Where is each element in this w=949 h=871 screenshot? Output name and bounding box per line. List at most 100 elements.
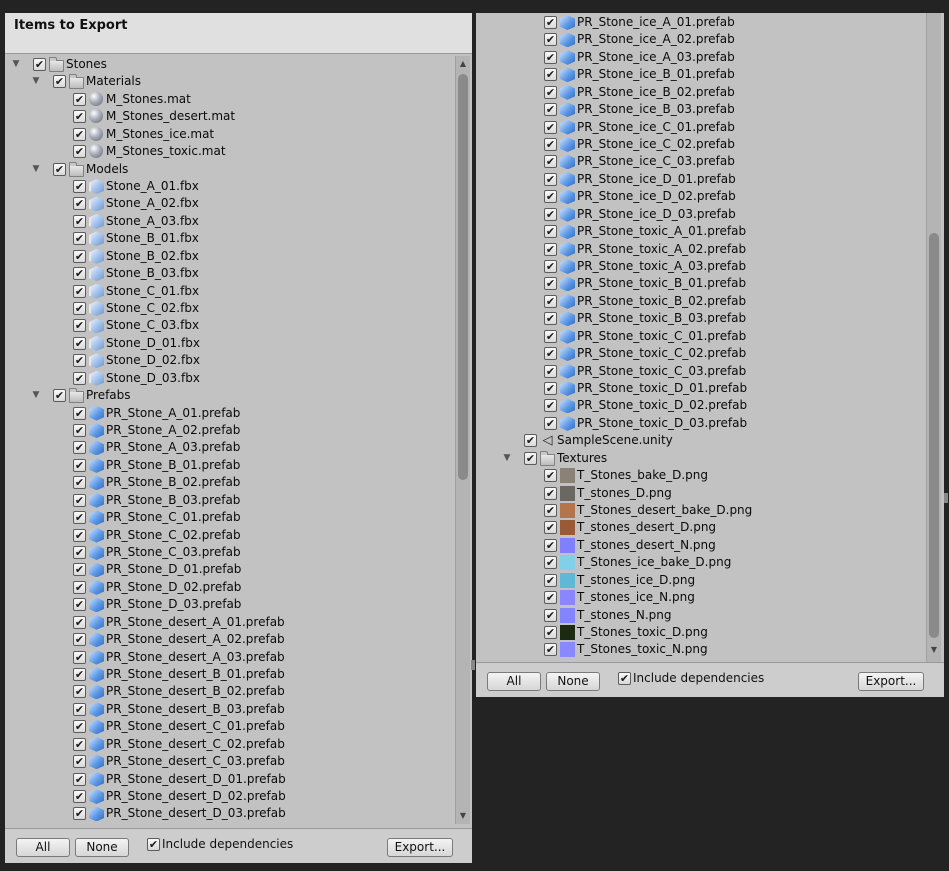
item-checkbox[interactable]: ✔ xyxy=(544,538,557,552)
item-checkbox[interactable]: ✔ xyxy=(73,302,86,316)
tree-row[interactable]: ✔ PR_Stone_ice_D_01.prefab xyxy=(476,171,926,188)
item-checkbox[interactable]: ✔ xyxy=(33,58,46,71)
tree-row[interactable]: ✔ PR_Stone_D_01.prefab xyxy=(5,561,455,578)
export-button[interactable]: Export... xyxy=(858,672,924,691)
item-checkbox[interactable]: ✔ xyxy=(73,249,86,263)
select-none-button[interactable]: None xyxy=(546,672,600,691)
item-checkbox[interactable]: ✔ xyxy=(73,284,86,298)
item-checkbox[interactable]: ✔ xyxy=(544,68,557,82)
tree-row[interactable]: ✔ PR_Stone_toxic_D_02.prefab xyxy=(476,397,926,414)
tree-row[interactable]: ✔ PR_Stone_D_02.prefab xyxy=(5,579,455,596)
tree-row[interactable]: ✔ PR_Stone_toxic_D_03.prefab xyxy=(476,415,926,432)
item-checkbox[interactable]: ✔ xyxy=(544,364,557,378)
tree-row[interactable]: ✔ PR_Stone_A_01.prefab xyxy=(5,405,455,422)
tree-row[interactable]: ▼ ✔ Models xyxy=(5,161,455,178)
item-checkbox[interactable]: ✔ xyxy=(544,260,557,274)
tree-row[interactable]: ✔ M_Stones_toxic.mat xyxy=(5,143,455,160)
tree-row[interactable]: ✔ PR_Stone_D_03.prefab xyxy=(5,596,455,613)
tree-row[interactable]: ✔ PR_Stone_desert_C_03.prefab xyxy=(5,753,455,770)
item-checkbox[interactable]: ✔ xyxy=(73,406,86,420)
item-checkbox[interactable]: ✔ xyxy=(73,458,86,472)
item-checkbox[interactable]: ✔ xyxy=(544,190,557,204)
item-checkbox[interactable]: ✔ xyxy=(544,33,557,47)
item-checkbox[interactable]: ✔ xyxy=(544,416,557,430)
tree-row[interactable]: ✔ PR_Stone_ice_A_02.prefab xyxy=(476,31,926,48)
item-checkbox[interactable]: ✔ xyxy=(73,528,86,542)
tree-row[interactable]: ▼ ✔ Stones xyxy=(5,56,455,73)
item-checkbox[interactable]: ✔ xyxy=(544,242,557,256)
item-checkbox[interactable]: ✔ xyxy=(544,573,557,587)
tree-row[interactable]: ✔ PR_Stone_toxic_B_02.prefab xyxy=(476,293,926,310)
item-checkbox[interactable]: ✔ xyxy=(73,493,86,507)
select-all-button[interactable]: All xyxy=(16,838,70,857)
item-checkbox[interactable]: ✔ xyxy=(73,476,86,490)
item-checkbox[interactable]: ✔ xyxy=(73,371,86,385)
item-checkbox[interactable]: ✔ xyxy=(73,336,86,350)
tree-row[interactable]: ✔ Stone_C_02.fbx xyxy=(5,300,455,317)
tree-row[interactable]: ✔ PR_Stone_toxic_A_02.prefab xyxy=(476,241,926,258)
tree-row[interactable]: ✔ PR_Stone_ice_C_03.prefab xyxy=(476,153,926,170)
tree-row[interactable]: ✔ PR_Stone_desert_D_01.prefab xyxy=(5,771,455,788)
tree-row[interactable]: ✔ T_Stones_desert_bake_D.png xyxy=(476,502,926,519)
item-checkbox[interactable]: ✔ xyxy=(73,267,86,281)
tree-row[interactable]: ✔ PR_Stone_desert_D_03.prefab xyxy=(5,805,455,822)
tree-row[interactable]: ✔ PR_Stone_ice_B_01.prefab xyxy=(476,66,926,83)
tree-row[interactable]: ✔ T_Stones_toxic_D.png xyxy=(476,624,926,641)
item-checkbox[interactable]: ✔ xyxy=(73,598,86,612)
tree-row[interactable]: ✔ PR_Stone_toxic_B_03.prefab xyxy=(476,310,926,327)
item-checkbox[interactable]: ✔ xyxy=(544,50,557,64)
include-dependencies-checkbox[interactable]: ✔ xyxy=(147,838,160,851)
tree-row[interactable]: ✔ PR_Stone_toxic_C_02.prefab xyxy=(476,345,926,362)
tree-row[interactable]: ✔ Stone_D_01.fbx xyxy=(5,335,455,352)
tree-row[interactable]: ✔ PR_Stone_toxic_B_01.prefab xyxy=(476,275,926,292)
item-checkbox[interactable]: ✔ xyxy=(544,608,557,622)
tree-row[interactable]: ✔ PR_Stone_ice_C_02.prefab xyxy=(476,136,926,153)
tree-row[interactable]: ✔ PR_Stone_A_02.prefab xyxy=(5,422,455,439)
item-checkbox[interactable]: ✔ xyxy=(73,145,86,159)
tree-row[interactable]: ✔ T_stones_ice_N.png xyxy=(476,589,926,606)
item-checkbox[interactable]: ✔ xyxy=(73,92,86,106)
tree-row[interactable]: ✔ T_stones_desert_D.png xyxy=(476,519,926,536)
item-checkbox[interactable]: ✔ xyxy=(544,347,557,361)
export-button[interactable]: Export... xyxy=(387,838,453,857)
tree-row[interactable]: ✔ PR_Stone_desert_D_02.prefab xyxy=(5,788,455,805)
item-checkbox[interactable]: ✔ xyxy=(73,511,86,525)
tree-row[interactable]: ✔ T_Stones_toxic_N.png xyxy=(476,641,926,658)
tree-row[interactable]: ✔ PR_Stone_C_02.prefab xyxy=(5,527,455,544)
item-checkbox[interactable]: ✔ xyxy=(544,294,557,308)
item-checkbox[interactable]: ✔ xyxy=(544,521,557,535)
item-checkbox[interactable]: ✔ xyxy=(544,591,557,605)
item-checkbox[interactable]: ✔ xyxy=(544,155,557,169)
window-resize-handle[interactable] xyxy=(471,660,475,670)
item-checkbox[interactable]: ✔ xyxy=(73,650,86,664)
tree-row[interactable]: ✔ PR_Stone_ice_C_01.prefab xyxy=(476,119,926,136)
select-none-button[interactable]: None xyxy=(75,838,129,857)
scroll-up-arrow-icon[interactable]: ▲ xyxy=(456,58,470,70)
item-checkbox[interactable]: ✔ xyxy=(544,16,557,29)
item-checkbox[interactable]: ✔ xyxy=(544,277,557,291)
item-checkbox[interactable]: ✔ xyxy=(73,319,86,333)
item-checkbox[interactable]: ✔ xyxy=(544,329,557,343)
scrollbar-thumb[interactable] xyxy=(458,74,468,480)
item-checkbox[interactable]: ✔ xyxy=(73,737,86,751)
item-checkbox[interactable]: ✔ xyxy=(73,755,86,769)
item-checkbox[interactable]: ✔ xyxy=(544,85,557,99)
tree-row[interactable]: ✔ PR_Stone_desert_B_01.prefab xyxy=(5,666,455,683)
item-checkbox[interactable]: ✔ xyxy=(73,633,86,647)
expand-arrow-icon[interactable]: ▼ xyxy=(31,73,41,90)
item-checkbox[interactable]: ✔ xyxy=(544,486,557,500)
item-checkbox[interactable]: ✔ xyxy=(73,702,86,716)
item-checkbox[interactable]: ✔ xyxy=(544,556,557,570)
item-checkbox[interactable]: ✔ xyxy=(524,434,537,448)
tree-row[interactable]: ✔ PR_Stone_A_03.prefab xyxy=(5,439,455,456)
item-checkbox[interactable]: ✔ xyxy=(73,180,86,193)
tree-row[interactable]: ✔ T_Stones_bake_D.png xyxy=(476,467,926,484)
tree-row[interactable]: ▼ ✔ Textures xyxy=(476,450,926,467)
item-checkbox[interactable]: ✔ xyxy=(544,207,557,221)
tree-row[interactable]: ✔ PR_Stone_desert_C_02.prefab xyxy=(5,736,455,753)
tree-row[interactable]: ✔ PR_Stone_ice_A_03.prefab xyxy=(476,49,926,66)
item-checkbox[interactable]: ✔ xyxy=(73,790,86,804)
tree-row[interactable]: ✔ T_stones_desert_N.png xyxy=(476,537,926,554)
item-checkbox[interactable]: ✔ xyxy=(544,120,557,134)
tree-row[interactable]: ✔ PR_Stone_ice_A_01.prefab xyxy=(476,14,926,31)
